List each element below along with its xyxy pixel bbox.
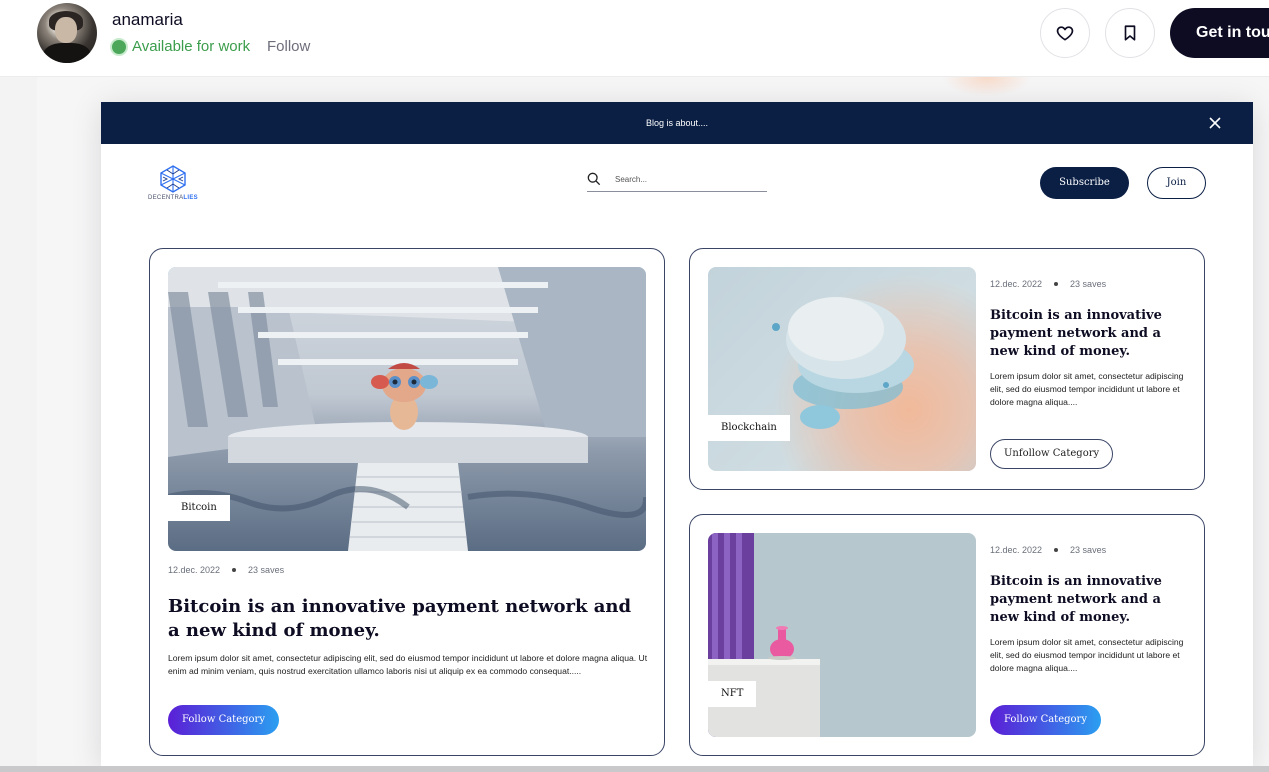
save-button[interactable] [1105, 8, 1155, 58]
join-button[interactable]: Join [1147, 167, 1206, 199]
category-tag[interactable]: Blockchain [708, 415, 790, 441]
featured-post-image[interactable]: Bitcoin [168, 267, 646, 551]
logo-icon[interactable] [159, 165, 187, 193]
blog-mockup: Blog is about.... DECENTRALIES Search...… [101, 102, 1253, 766]
announcement-bar: Blog is about.... [101, 102, 1253, 144]
post-card[interactable]: NFT 12.dec. 2022 23 saves Bitcoin is an i… [689, 514, 1205, 756]
post-saves: 23 saves [1070, 279, 1107, 289]
post-title[interactable]: Bitcoin is an innovative payment network… [168, 595, 648, 643]
post-excerpt: Lorem ipsum dolor sit amet, consectetur … [990, 637, 1184, 673]
logo-wordmark: DECENTRALIES [148, 195, 198, 201]
bookmark-icon [1124, 25, 1136, 41]
username[interactable]: anamaria [112, 10, 183, 30]
status-indicator [112, 40, 126, 54]
subscribe-button[interactable]: Subscribe [1040, 167, 1129, 199]
heart-icon [1056, 26, 1074, 41]
post-meta: 12.dec. 2022 23 saves [168, 565, 284, 575]
post-meta: 12.dec. 2022 23 saves [990, 545, 1106, 555]
post-excerpt: Lorem ipsum dolor sit amet, consectetur … [168, 653, 648, 676]
bottom-divider [0, 766, 1269, 772]
post-title[interactable]: Bitcoin is an innovative payment network… [990, 573, 1180, 627]
follow-category-button[interactable]: Follow Category [990, 705, 1101, 735]
like-button[interactable] [1040, 8, 1090, 58]
post-meta: 12.dec. 2022 23 saves [990, 279, 1106, 289]
category-tag[interactable]: NFT [708, 681, 757, 707]
close-icon[interactable] [1207, 115, 1223, 131]
availability-status: Available for work [132, 38, 251, 55]
post-title[interactable]: Bitcoin is an innovative payment network… [990, 307, 1180, 361]
post-saves: 23 saves [1070, 545, 1107, 555]
featured-post-card[interactable]: Bitcoin 12.dec. 2022 23 saves Bitcoin is … [149, 248, 665, 756]
post-image[interactable]: Blockchain [708, 267, 976, 471]
unfollow-category-button[interactable]: Unfollow Category [990, 439, 1114, 469]
post-date: 12.dec. 2022 [990, 279, 1043, 289]
announcement-text: Blog is about.... [645, 118, 709, 128]
shot-canvas: Blog is about.... DECENTRALIES Search...… [37, 77, 1269, 766]
post-image[interactable]: NFT [708, 533, 976, 737]
post-card[interactable]: Blockchain 12.dec. 2022 23 saves Bitcoin … [689, 248, 1205, 490]
post-date: 12.dec. 2022 [990, 545, 1043, 555]
post-excerpt: Lorem ipsum dolor sit amet, consectetur … [990, 371, 1184, 407]
decorative-glow [942, 77, 1032, 97]
post-date: 12.dec. 2022 [168, 565, 221, 575]
post-saves: 23 saves [248, 565, 285, 575]
category-tag[interactable]: Bitcoin [168, 495, 230, 521]
search-placeholder: Search... [615, 175, 648, 184]
get-in-touch-button[interactable]: Get in touch [1170, 8, 1269, 58]
search-input[interactable]: Search... [587, 170, 767, 192]
follow-link[interactable]: Follow [267, 38, 310, 55]
profile-header: anamaria Available for work Follow Get i… [0, 0, 1269, 77]
search-icon [587, 172, 601, 186]
avatar[interactable] [37, 3, 97, 63]
follow-category-button[interactable]: Follow Category [168, 705, 279, 735]
